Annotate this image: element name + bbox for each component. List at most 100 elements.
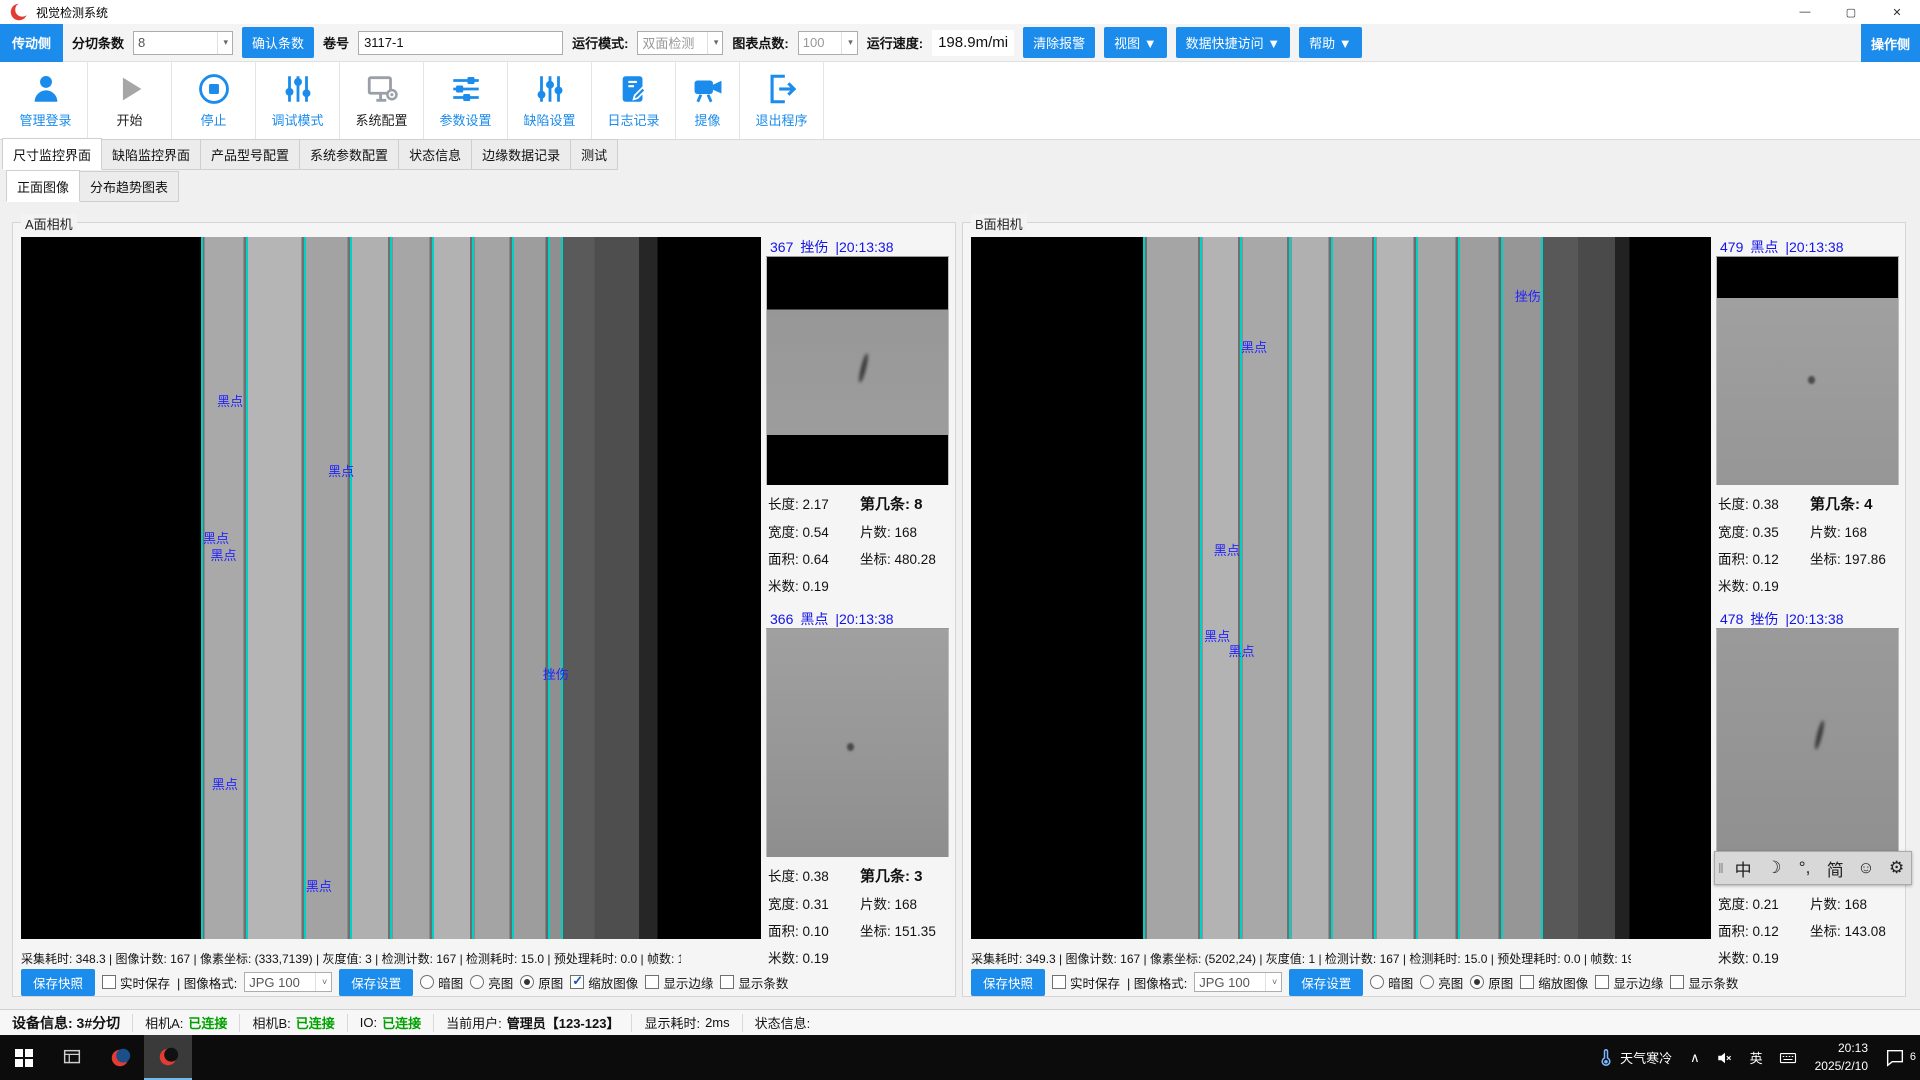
subtab-distribution-chart[interactable]: 分布趋势图表 [80, 171, 179, 202]
main-tab-strip: 尺寸监控界面 缺陷监控界面 产品型号配置 系统参数配置 状态信息 边缘数据记录 … [0, 140, 1920, 170]
image-format-select[interactable]: JPG 100˅ [1194, 972, 1282, 992]
ime-emoji-icon[interactable]: ☺ [1852, 858, 1881, 878]
clock-date: 2025/2/10 [1815, 1058, 1868, 1075]
title-bar: 视觉检测系统 — ▢ ✕ [0, 0, 1920, 24]
pinned-app-button[interactable] [96, 1035, 144, 1080]
ime-settings-gear-icon[interactable]: ⚙ [1882, 858, 1911, 878]
detection-stats: 长度: 0.38 第几条: 3 宽度: 0.31 片数: 168 面积: 0.1… [766, 857, 949, 967]
detection-card[interactable]: 479 黑点 |20:13:38 长度: 0.38 第几条: 4 宽度: 0.3… [1716, 237, 1899, 595]
admin-login-button[interactable]: 管理登录 [4, 62, 88, 139]
detection-id: 478 [1720, 611, 1743, 627]
input-language-indicator[interactable]: 英 [1742, 1048, 1771, 1067]
chart-points-label: 图表点数: [732, 33, 788, 52]
debug-mode-button[interactable]: 调试模式 [256, 62, 340, 139]
cut-line [432, 237, 434, 939]
save-snapshot-button[interactable]: 保存快照 [21, 969, 95, 996]
tray-overflow-chevron[interactable]: ∧ [1682, 1050, 1708, 1066]
thermometer-icon [1597, 1049, 1615, 1067]
camera-a-image[interactable]: 黑点黑点黑点黑点挫伤黑点黑点 [21, 237, 761, 939]
show-count-checkbox[interactable]: 显示条数 [1670, 973, 1738, 992]
bright-image-radio[interactable]: 亮图 [1420, 973, 1463, 992]
cut-line [1458, 237, 1460, 939]
bright-image-radio[interactable]: 亮图 [470, 973, 513, 992]
strip-count-select[interactable]: 8▾ [133, 31, 233, 55]
original-image-radio[interactable]: 原图 [1470, 973, 1513, 992]
weather-widget[interactable]: 天气寒冷 [1587, 1048, 1682, 1067]
confirm-count-button[interactable]: 确认条数 [242, 27, 314, 58]
help-menu-button[interactable]: 帮助 ▼ [1299, 27, 1361, 58]
tab-defect-monitor[interactable]: 缺陷监控界面 [102, 139, 201, 170]
realtime-save-checkbox[interactable]: 实时保存 [102, 973, 170, 992]
run-mode-select[interactable]: 双面检测▾ [637, 31, 723, 55]
ime-punctuation-icon[interactable]: °, [1790, 858, 1819, 878]
chart-points-select[interactable]: 100▾ [798, 31, 858, 55]
dark-image-radio[interactable]: 暗图 [420, 973, 463, 992]
image-format-select[interactable]: JPG 100˅ [244, 972, 332, 992]
start-button[interactable] [0, 1035, 48, 1080]
camera-b-title: B面相机 [971, 214, 1027, 233]
device-info: 设备信息: 3#分切 [0, 1014, 133, 1032]
drag-handle-icon[interactable]: ‖ [1715, 860, 1727, 876]
ime-fullwidth-icon[interactable]: ☽ [1760, 858, 1789, 878]
parameter-settings-button[interactable]: 参数设置 [424, 62, 508, 139]
defect-label: 黑点 [210, 545, 236, 564]
save-snapshot-button[interactable]: 保存快照 [971, 969, 1045, 996]
dark-image-radio[interactable]: 暗图 [1370, 973, 1413, 992]
save-settings-button[interactable]: 保存设置 [339, 969, 413, 996]
touch-keyboard-icon[interactable] [1771, 1049, 1805, 1067]
detection-card[interactable]: 366 黑点 |20:13:38 长度: 0.38 第几条: 3 宽度: 0.3… [766, 609, 949, 967]
start-button[interactable]: 开始 [88, 62, 172, 139]
system-config-button[interactable]: 系统配置 [340, 62, 424, 139]
zoom-image-checkbox[interactable]: 缩放图像 [570, 973, 638, 992]
tab-status-info[interactable]: 状态信息 [399, 139, 472, 170]
stop-button[interactable]: 停止 [172, 62, 256, 139]
volume-muted-icon[interactable] [1708, 1049, 1742, 1067]
cut-line [561, 237, 563, 939]
save-settings-button[interactable]: 保存设置 [1289, 969, 1363, 996]
detection-card[interactable]: 478 挫伤 |20:13:38 长度: 0.57 第几条: 3 宽度: 0.2… [1716, 609, 1899, 967]
operate-side-button[interactable]: 操作侧 [1861, 24, 1920, 62]
task-view-button[interactable] [48, 1035, 96, 1080]
show-edge-checkbox[interactable]: 显示边缘 [1595, 973, 1663, 992]
tab-edge-data-record[interactable]: 边缘数据记录 [472, 139, 571, 170]
camera-b-info-line: 采集耗时: 349.3 | 图像计数: 167 | 像素坐标: (5202,24… [971, 950, 1631, 967]
drive-side-button[interactable]: 传动侧 [0, 24, 63, 62]
close-button[interactable]: ✕ [1874, 0, 1920, 24]
defect-thumbnail [1716, 257, 1899, 485]
running-app-button[interactable] [144, 1035, 192, 1080]
cut-line [1143, 237, 1145, 939]
camera-b-image[interactable]: 挫伤黑点黑点黑点黑点 [971, 237, 1711, 939]
action-center-button[interactable]: 6 [1878, 1047, 1920, 1069]
ime-cn-en-toggle[interactable]: 中 [1729, 856, 1758, 881]
tab-test[interactable]: 测试 [571, 139, 618, 170]
zoom-image-checkbox[interactable]: 缩放图像 [1520, 973, 1588, 992]
detection-card[interactable]: 367 挫伤 |20:13:38 长度: 2.17 第几条: 8 宽度: 0.5… [766, 237, 949, 595]
cut-line [201, 237, 203, 939]
tab-system-param-config[interactable]: 系统参数配置 [300, 139, 399, 170]
show-edge-checkbox[interactable]: 显示边缘 [645, 973, 713, 992]
defect-settings-button[interactable]: 缺陷设置 [508, 62, 592, 139]
subtab-front-image[interactable]: 正面图像 [6, 170, 80, 202]
view-menu-button[interactable]: 视图 ▼ [1104, 27, 1166, 58]
maximize-button[interactable]: ▢ [1828, 0, 1874, 24]
log-record-button[interactable]: 日志记录 [592, 62, 676, 139]
taskbar-clock[interactable]: 20:13 2025/2/10 [1805, 1040, 1878, 1075]
ime-simplified-toggle[interactable]: 简 [1821, 856, 1850, 881]
tab-size-monitor[interactable]: 尺寸监控界面 [2, 138, 102, 170]
original-image-radio[interactable]: 原图 [520, 973, 563, 992]
roll-number-input[interactable] [358, 31, 563, 55]
defect-label: 黑点 [328, 461, 354, 480]
exit-program-button[interactable]: 退出程序 [740, 62, 824, 139]
content-area: A面相机 黑点黑点黑点黑点挫伤黑点黑点 367 挫伤 |20:13:38 长度:… [0, 202, 1920, 994]
task-view-icon [61, 1047, 83, 1069]
data-quick-access-button[interactable]: 数据快捷访问 ▼ [1176, 27, 1290, 58]
capture-image-button[interactable]: 提像 [676, 62, 740, 139]
clear-alarm-button[interactable]: 清除报警 [1023, 27, 1095, 58]
minimize-button[interactable]: — [1782, 0, 1828, 24]
realtime-save-checkbox[interactable]: 实时保存 [1052, 973, 1120, 992]
tab-product-model-config[interactable]: 产品型号配置 [201, 139, 300, 170]
show-count-checkbox[interactable]: 显示条数 [720, 973, 788, 992]
cut-line [1541, 237, 1543, 939]
defect-label: 黑点 [217, 391, 243, 410]
defect-label: 挫伤 [1515, 286, 1541, 305]
